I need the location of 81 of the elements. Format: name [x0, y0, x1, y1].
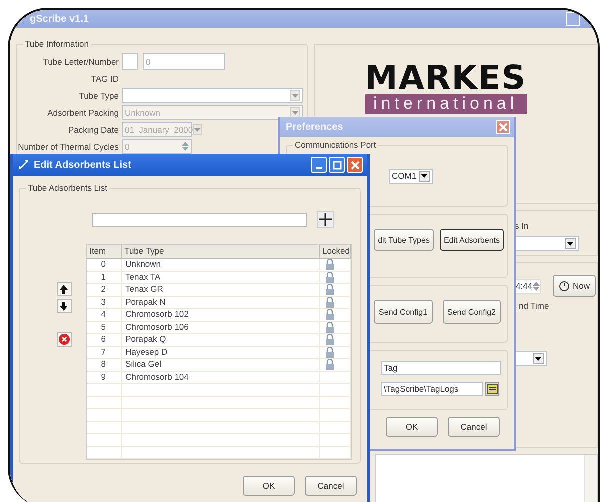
dialog-button[interactable]: OK: [386, 417, 438, 437]
add-button[interactable]: [317, 211, 334, 228]
up-arrow-icon: [60, 284, 68, 294]
table-cell: 6: [86, 334, 122, 346]
move-up-button[interactable]: [56, 282, 72, 296]
group-title: Tube Information: [23, 39, 91, 49]
table-cell: 0: [86, 259, 122, 270]
table-cell: 2: [86, 284, 122, 296]
lock-icon: [326, 272, 334, 283]
dialog-button[interactable]: OK: [243, 476, 295, 496]
field-label: Tube Letter/Number: [42, 56, 119, 66]
table-cell: 7: [86, 346, 122, 358]
column-header[interactable]: Locked: [320, 245, 351, 258]
table-cell: Tenax GR: [122, 284, 320, 296]
group-title: Tube Adsorbents List: [26, 183, 110, 193]
dropdown[interactable]: [513, 351, 547, 366]
table-cell: 3: [86, 296, 122, 308]
dialog-button[interactable]: Cancel: [448, 417, 500, 437]
group-title: Communications Port: [293, 140, 378, 150]
field-label: TAG ID: [90, 74, 119, 84]
table-cell: Chromosorb 102: [122, 309, 320, 320]
window-resize-icon: [19, 160, 29, 170]
column-header[interactable]: Tube Type: [122, 245, 320, 258]
dialog-button[interactable]: Cancel: [305, 476, 357, 496]
edit-list-button[interactable]: Edit Adsorbents: [440, 229, 504, 251]
close-button[interactable]: [347, 157, 363, 173]
lock-icon: [326, 322, 334, 333]
move-down-button[interactable]: [56, 299, 72, 313]
time-caption: nd Time: [519, 301, 550, 311]
close-button[interactable]: [496, 120, 510, 134]
close-icon: [350, 160, 360, 170]
folder-browse-icon[interactable]: [485, 382, 499, 396]
lock-icon: [326, 309, 334, 320]
send-config-button[interactable]: Send Config2: [442, 300, 501, 324]
close-icon: [498, 122, 508, 132]
table-cell: Unknown: [122, 259, 320, 270]
table-cell: 8: [86, 359, 122, 370]
table-cell: 1: [86, 272, 122, 283]
table-cell: 5: [86, 322, 122, 333]
table-cell: Chromosorb 106: [122, 322, 320, 333]
table-cell: 4: [86, 309, 122, 320]
table-cell: 9: [86, 372, 122, 383]
maximize-icon: [332, 160, 342, 170]
lock-icon: [326, 259, 334, 270]
field-label: Number of Thermal Cycles: [17, 142, 119, 152]
clock-icon: [559, 280, 570, 292]
lock-icon: [326, 346, 334, 358]
table-cell: Porapak Q: [122, 334, 320, 346]
table-cell: Silica Gel: [122, 359, 320, 370]
maximize-button[interactable]: [329, 157, 345, 173]
field-label: Adsorbent Packing: [46, 108, 119, 118]
delete-button[interactable]: [56, 332, 72, 347]
spin-arrows-icon[interactable]: [532, 282, 540, 290]
window-title: Edit Adsorbents List: [34, 160, 132, 170]
column-header[interactable]: Item: [86, 245, 122, 258]
table-cell: Porapak N: [122, 296, 320, 308]
window-title: gScribe v1.1: [30, 14, 90, 24]
table-cell: Tenax TA: [122, 272, 320, 283]
name-field[interactable]: Tag: [381, 361, 501, 375]
scrollbar[interactable]: [584, 455, 597, 502]
send-config-button[interactable]: Send Config1: [374, 300, 433, 324]
table-cell: Chromosorb 104: [122, 372, 320, 383]
path-field[interactable]: \TagScribe\TagLogs: [381, 382, 484, 396]
lock-icon: [326, 359, 334, 370]
new-adsorbent-field[interactable]: [92, 212, 307, 226]
logo-wordmark: MARKES: [365, 61, 527, 94]
window-title: Preferences: [286, 122, 344, 132]
delete-icon: [58, 334, 70, 345]
port-dropdown[interactable]: COM1: [389, 168, 433, 184]
lock-icon: [326, 296, 334, 308]
now-button[interactable]: Now: [553, 275, 596, 297]
edit-list-button[interactable]: dit Tube Types: [374, 229, 434, 251]
lock-icon: [326, 284, 334, 296]
table-cell: Hayesep D: [122, 346, 320, 358]
tube-letter-field[interactable]: [122, 53, 138, 70]
field-label: Packing Date: [67, 124, 119, 134]
logo-subtitle: international: [365, 94, 527, 114]
plus-icon: [319, 213, 332, 226]
field-label: Tube Type: [78, 90, 119, 100]
lock-icon: [326, 334, 334, 346]
down-arrow-icon: [60, 302, 68, 310]
